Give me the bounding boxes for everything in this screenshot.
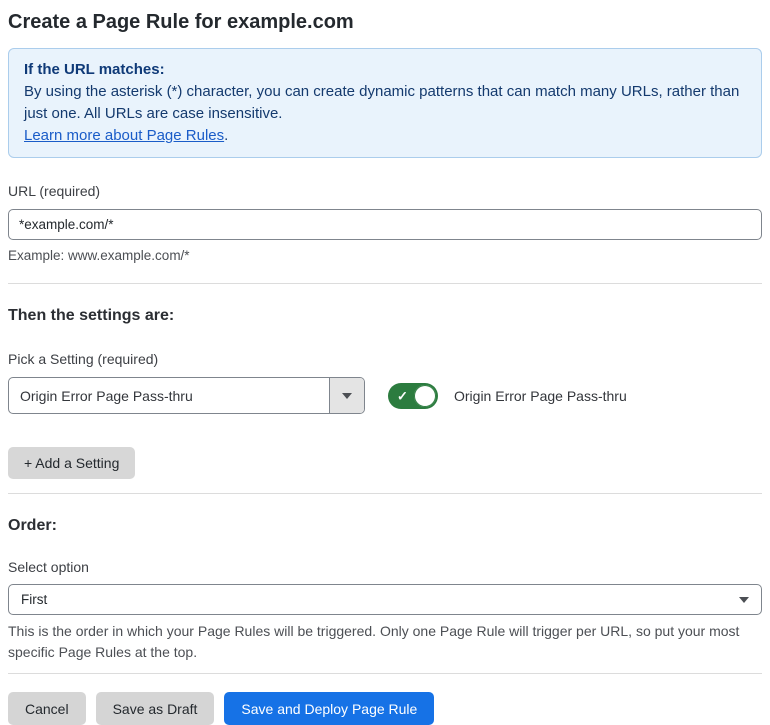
url-input[interactable]: [8, 209, 762, 240]
divider: [8, 673, 762, 674]
order-select-value: First: [21, 592, 48, 607]
page-title: Create a Page Rule for example.com: [8, 11, 354, 33]
order-select[interactable]: First: [8, 584, 762, 615]
footer-actions: Cancel Save as Draft Save and Deploy Pag…: [8, 692, 762, 725]
cancel-button[interactable]: Cancel: [8, 692, 86, 725]
info-box-body: By using the asterisk (*) character, you…: [24, 83, 740, 122]
setting-dropdown-value: Origin Error Page Pass-thru: [20, 387, 193, 404]
add-setting-button[interactable]: + Add a Setting: [8, 447, 136, 479]
chevron-down-icon: [342, 392, 352, 399]
setting-dropdown[interactable]: Origin Error Page Pass-thru: [8, 377, 365, 414]
order-section-heading: Order:: [8, 517, 57, 534]
divider: [8, 493, 762, 494]
toggle-knob: [414, 384, 436, 407]
pick-setting-label: Pick a Setting (required): [8, 351, 159, 367]
order-help-text: This is the order in which your Page Rul…: [8, 623, 740, 660]
url-match-info-box: If the URL matches: By using the asteris…: [8, 48, 762, 158]
select-option-label: Select option: [8, 559, 89, 575]
check-icon: ✓: [397, 388, 408, 403]
link-period: .: [224, 127, 229, 144]
setting-picker-row: Origin Error Page Pass-thru ✓ Origin Err…: [8, 377, 762, 414]
setting-dropdown-arrow-button[interactable]: [329, 378, 364, 413]
create-page-rule-form: Create a Page Rule for example.com If th…: [0, 9, 770, 725]
info-box-heading: If the URL matches:: [24, 61, 165, 78]
save-as-draft-button[interactable]: Save as Draft: [95, 692, 215, 725]
chevron-down-icon: [739, 596, 749, 603]
divider: [8, 283, 762, 284]
save-and-deploy-button[interactable]: Save and Deploy Page Rule: [224, 692, 435, 725]
settings-section-heading: Then the settings are:: [8, 307, 175, 324]
setting-toggle[interactable]: ✓: [388, 382, 438, 409]
url-example-text: Example: www.example.com/*: [8, 248, 190, 263]
learn-more-link[interactable]: Learn more about Page Rules: [24, 127, 224, 144]
info-box-link-line: Learn more about Page Rules.: [24, 125, 746, 147]
setting-toggle-label: Origin Error Page Pass-thru: [454, 387, 627, 404]
url-label: URL (required): [8, 183, 101, 199]
